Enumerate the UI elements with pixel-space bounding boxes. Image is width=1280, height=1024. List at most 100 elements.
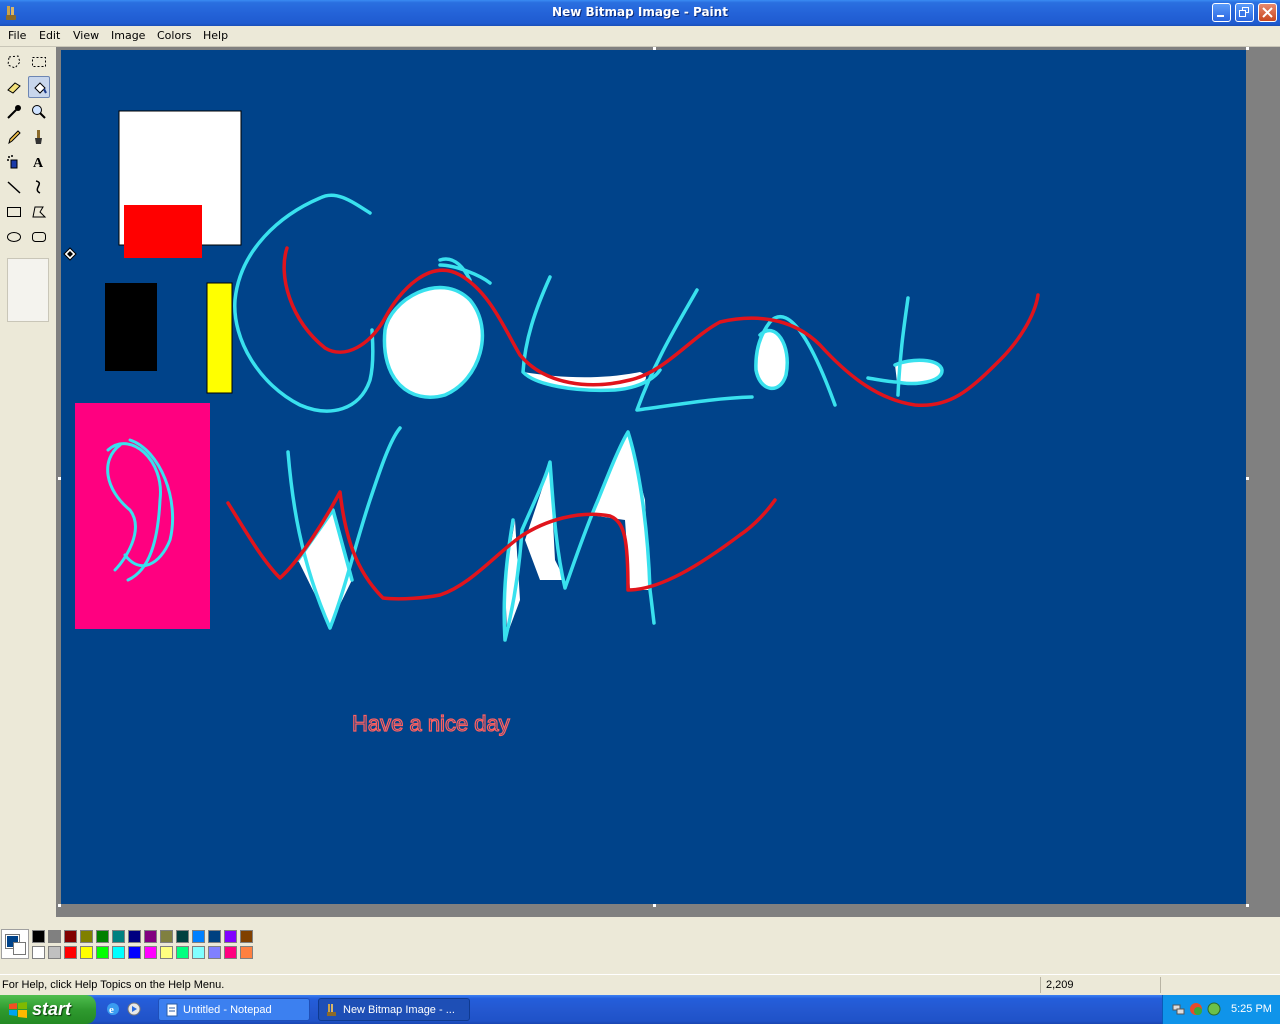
resize-handle-left[interactable] bbox=[58, 477, 61, 480]
palette-swatch[interactable] bbox=[144, 946, 157, 959]
taskbar-item-paint[interactable]: New Bitmap Image - ... bbox=[318, 998, 470, 1021]
notepad-icon bbox=[166, 1003, 178, 1017]
close-button[interactable] bbox=[1258, 3, 1277, 22]
drawing-canvas[interactable]: Have a nice day bbox=[61, 50, 1246, 904]
update-icon[interactable] bbox=[1207, 1002, 1222, 1017]
polygon-tool[interactable] bbox=[28, 201, 50, 223]
ellipse-tool[interactable] bbox=[3, 226, 25, 248]
eraser-tool[interactable] bbox=[3, 76, 25, 98]
current-colors-indicator[interactable] bbox=[1, 929, 29, 959]
palette-swatch[interactable] bbox=[128, 930, 141, 943]
line-tool[interactable] bbox=[3, 176, 25, 198]
palette-swatch[interactable] bbox=[144, 930, 157, 943]
fill-with-color-tool[interactable] bbox=[28, 76, 50, 98]
fill-bucket-icon bbox=[34, 82, 47, 94]
yellow-rectangle bbox=[206, 282, 233, 394]
free-form-select-tool[interactable] bbox=[3, 51, 25, 73]
brush-icon bbox=[35, 130, 42, 144]
palette-swatch[interactable] bbox=[192, 946, 205, 959]
menu-help[interactable]: Help bbox=[203, 29, 228, 42]
palette-swatch[interactable] bbox=[64, 946, 77, 959]
letter-fills bbox=[298, 287, 943, 635]
status-coordinates: 2,209 bbox=[1046, 979, 1074, 991]
resize-handle-bottom[interactable] bbox=[653, 904, 656, 907]
taskbar-item-notepad[interactable]: Untitled - Notepad bbox=[158, 998, 310, 1021]
rectangle-tool[interactable] bbox=[3, 201, 25, 223]
palette-swatch[interactable] bbox=[32, 930, 45, 943]
taskbar: start e Untitled - Notepad New Bitmap Im… bbox=[0, 995, 1280, 1024]
minimize-icon bbox=[1217, 15, 1224, 17]
palette-swatch[interactable] bbox=[240, 946, 253, 959]
svg-text:A: A bbox=[33, 156, 44, 170]
status-separator bbox=[1160, 977, 1161, 993]
restore-icon bbox=[1239, 7, 1249, 17]
tool-options-box[interactable] bbox=[7, 258, 49, 322]
internet-explorer-icon[interactable]: e bbox=[105, 1001, 121, 1017]
palette-swatch[interactable] bbox=[32, 946, 45, 959]
eraser-icon bbox=[7, 82, 21, 94]
palette-swatch[interactable] bbox=[224, 946, 237, 959]
fill-cursor-icon bbox=[63, 247, 77, 261]
palette-swatch[interactable] bbox=[224, 930, 237, 943]
curve-icon bbox=[35, 180, 41, 194]
minimize-button[interactable] bbox=[1212, 3, 1231, 22]
text-tool[interactable]: A bbox=[28, 151, 50, 173]
pencil-tool[interactable] bbox=[3, 126, 25, 148]
palette-swatch[interactable] bbox=[160, 946, 173, 959]
title-bar[interactable]: New Bitmap Image - Paint bbox=[0, 0, 1280, 26]
magnifier-tool[interactable] bbox=[28, 101, 50, 123]
eyedropper-icon bbox=[7, 105, 21, 119]
resize-handle-right[interactable] bbox=[1246, 477, 1249, 480]
palette-swatch[interactable] bbox=[128, 946, 141, 959]
windows-logo-icon bbox=[9, 1002, 27, 1018]
pencil-icon bbox=[8, 130, 21, 145]
media-player-icon[interactable] bbox=[126, 1001, 142, 1017]
toolbox: A bbox=[0, 47, 56, 917]
security-icon[interactable] bbox=[1189, 1002, 1204, 1017]
resize-handle-bottom-left[interactable] bbox=[58, 904, 61, 907]
magnifier-icon bbox=[32, 105, 46, 119]
airbrush-tool[interactable] bbox=[3, 151, 25, 173]
menu-image[interactable]: Image bbox=[111, 29, 145, 42]
resize-handle-bottom-right[interactable] bbox=[1246, 904, 1249, 907]
palette-swatch[interactable] bbox=[176, 930, 189, 943]
curve-tool[interactable] bbox=[28, 176, 50, 198]
palette-swatch[interactable] bbox=[112, 930, 125, 943]
rounded-rectangle-icon bbox=[32, 232, 46, 242]
palette-swatch[interactable] bbox=[48, 930, 61, 943]
resize-handle-top-right[interactable] bbox=[1246, 47, 1249, 50]
palette-swatch[interactable] bbox=[96, 946, 109, 959]
palette-swatch[interactable] bbox=[160, 930, 173, 943]
menu-edit[interactable]: Edit bbox=[39, 29, 60, 42]
restore-button[interactable] bbox=[1235, 3, 1254, 22]
select-tool[interactable] bbox=[28, 51, 50, 73]
palette-swatch[interactable] bbox=[48, 946, 61, 959]
pick-color-tool[interactable] bbox=[3, 101, 25, 123]
palette-swatch[interactable] bbox=[208, 946, 221, 959]
brush-tool[interactable] bbox=[28, 126, 50, 148]
menu-colors[interactable]: Colors bbox=[157, 29, 191, 42]
paint-icon bbox=[327, 1004, 336, 1016]
airbrush-icon bbox=[7, 155, 18, 169]
palette-swatch[interactable] bbox=[64, 930, 77, 943]
palette-swatch[interactable] bbox=[176, 946, 189, 959]
start-button[interactable]: start bbox=[0, 995, 96, 1024]
palette-swatch[interactable] bbox=[96, 930, 109, 943]
palette-swatch[interactable] bbox=[80, 946, 93, 959]
menu-file[interactable]: File bbox=[8, 29, 26, 42]
canvas-text-annotation: Have a nice day bbox=[352, 711, 510, 736]
resize-handle-top[interactable] bbox=[653, 47, 656, 50]
free-select-icon bbox=[7, 55, 21, 69]
polygon-icon bbox=[32, 206, 47, 218]
palette-swatch[interactable] bbox=[192, 930, 205, 943]
text-icon: A bbox=[33, 156, 44, 170]
palette-swatch[interactable] bbox=[208, 930, 221, 943]
status-bar: For Help, click Help Topics on the Help … bbox=[0, 974, 1280, 995]
palette-swatch[interactable] bbox=[240, 930, 253, 943]
palette-swatch[interactable] bbox=[112, 946, 125, 959]
rounded-rectangle-tool[interactable] bbox=[28, 226, 50, 248]
network-icon[interactable] bbox=[1171, 1002, 1186, 1017]
palette-swatch[interactable] bbox=[80, 930, 93, 943]
status-help-text: For Help, click Help Topics on the Help … bbox=[2, 979, 225, 991]
menu-view[interactable]: View bbox=[73, 29, 99, 42]
